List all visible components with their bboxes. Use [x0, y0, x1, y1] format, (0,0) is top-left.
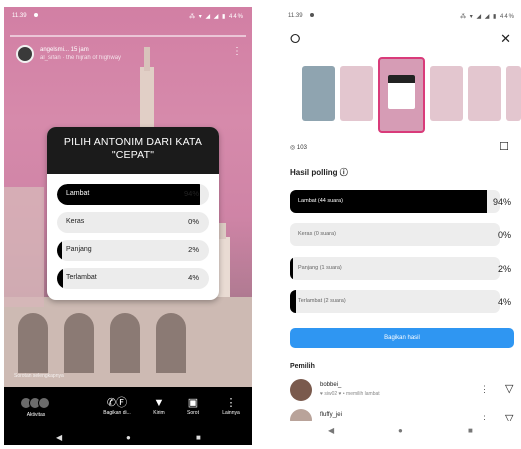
arch [110, 313, 140, 373]
result-fill [290, 257, 294, 280]
voter-sub: ♥ siw02 ♥ • memilih lambat [320, 391, 380, 397]
author-name: angelsmi... 15 jam [40, 47, 89, 53]
result-label: Panjang (1 suara) [298, 265, 342, 271]
poll-option-label: Terlambat [66, 274, 97, 281]
building-left [4, 187, 44, 307]
result-option-1: Lambat (44 suara) [290, 190, 500, 213]
settings-icon[interactable]: ⭘ [290, 31, 300, 47]
arch [64, 313, 94, 373]
notification-dot [34, 13, 38, 17]
notification-dot [310, 13, 314, 17]
poll-option-2[interactable]: Keras 0% [57, 212, 209, 233]
arch [156, 313, 186, 373]
result-label: Terlambat (2 suara) [298, 298, 346, 304]
result-fill [290, 290, 297, 313]
poll-option-label: Keras [66, 218, 85, 225]
story-action-bar: Aktivitas ✆Ⓕ Bagikan di... ▼ Kirim ▣ Sor… [4, 391, 252, 429]
voter-row[interactable]: bobbei_ ♥ siw02 ♥ • memilih lambat ⋮ ▽ [290, 379, 521, 403]
activity-button[interactable]: Aktivitas [16, 397, 56, 418]
send-button[interactable]: ▼ Kirim [146, 397, 172, 416]
story-thumbnail-selected[interactable] [378, 57, 425, 133]
poll-option-fill [57, 268, 64, 289]
poll-option-fill [57, 240, 62, 261]
voter-name: fluffy_jei [320, 412, 342, 418]
poll-option-4[interactable]: Terlambat 4% [57, 268, 209, 289]
story-author[interactable]: angelsmi... 15 jam al_sifan · the hijrah… [16, 45, 121, 63]
share-to-label: Bagikan di... [103, 410, 131, 416]
poll-option-percent: 0% [188, 217, 199, 226]
story-view-screen: 11.39 ⁂ ▾ ◢ ◢ ▮ 44% angelsmi... 15 jam a… [4, 7, 252, 445]
send-icon[interactable]: ▽ [505, 382, 513, 395]
poll-option-3[interactable]: Panjang 2% [57, 240, 209, 261]
status-icons: ⁂ ▾ ◢ ◢ ▮ 44% [460, 14, 515, 20]
story-progress-bar [10, 35, 246, 37]
status-icons: ⁂ ▾ ◢ ◢ ▮ 44% [189, 14, 244, 20]
result-label: Lambat (44 suara) [298, 198, 343, 204]
status-time: 11.39 [12, 13, 27, 19]
story-footer-note: Sorotan selengkapnya [14, 373, 64, 379]
whatsapp-facebook-icon: ✆Ⓕ [106, 397, 128, 409]
result-percent: 0% [497, 230, 511, 240]
poll-results-screen: 11.39 ⁂ ▾ ◢ ◢ ▮ 44% ⭘ ✕ ◎ 103 ☐ Hasil po… [280, 7, 521, 445]
story-thumbnails [280, 53, 521, 137]
poll-option-label: Panjang [66, 246, 92, 253]
result-percent: 2% [497, 264, 511, 274]
voter-name: bobbei_ [320, 382, 342, 388]
result-percent: 94% [492, 197, 511, 207]
close-icon[interactable]: ✕ [500, 31, 511, 47]
story-thumbnail[interactable] [340, 66, 373, 121]
story-thumbnail[interactable] [468, 66, 501, 121]
result-option-4: Terlambat (2 suara) [290, 290, 500, 313]
recent-nav-icon[interactable]: ■ [196, 433, 201, 442]
send-label: Kirim [153, 410, 165, 416]
result-option-3: Panjang (1 suara) [290, 257, 500, 280]
story-thumbnail[interactable] [506, 66, 521, 121]
minaret-top [144, 47, 150, 71]
story-thumbnail[interactable] [302, 66, 335, 121]
results-title: Hasil polling ⓘ [290, 168, 348, 177]
poll-question: PILIH ANTONIM DARI KATA "CEPAT" [47, 127, 219, 174]
poll-option-1[interactable]: Lambat 94% [57, 184, 209, 205]
more-vertical-icon[interactable]: ⋮ [480, 384, 489, 395]
highlight-icon: ▣ [187, 397, 199, 409]
viewers-avatars [16, 397, 56, 409]
poll-option-percent: 94% [183, 189, 199, 198]
highlight-label: Sorot [187, 410, 199, 416]
trash-icon[interactable]: ☐ [499, 140, 509, 153]
result-percent: 4% [497, 297, 511, 307]
activity-label: Aktivitas [26, 412, 46, 418]
back-nav-icon[interactable]: ◀ [328, 426, 334, 435]
poll-option-label: Lambat [66, 190, 90, 197]
more-label: Lainnya [222, 410, 240, 416]
send-icon: ▼ [153, 397, 165, 409]
arch [18, 313, 48, 373]
minaret-right-top [218, 223, 226, 239]
avatar[interactable] [290, 379, 312, 401]
poll-option-percent: 4% [188, 273, 199, 282]
mini-poll [388, 75, 415, 109]
poll-sticker: PILIH ANTONIM DARI KATA "CEPAT" Lambat 9… [47, 127, 219, 300]
home-nav-icon[interactable]: ● [398, 426, 403, 435]
more-icon: ⋮ [225, 397, 237, 409]
recent-nav-icon[interactable]: ■ [468, 426, 473, 435]
avatar[interactable] [16, 45, 34, 63]
status-bar: 11.39 ⁂ ▾ ◢ ◢ ▮ 44% [4, 7, 252, 25]
author-sub: al_sifan · the hijrah of highway [40, 55, 122, 61]
result-option-2: Keras (0 suara) [290, 223, 500, 246]
status-bar: 11.39 ⁂ ▾ ◢ ◢ ▮ 44% [280, 7, 521, 25]
result-label: Keras (0 suara) [298, 231, 336, 237]
share-to-button[interactable]: ✆Ⓕ Bagikan di... [94, 397, 140, 416]
status-time: 11.39 [288, 13, 303, 19]
story-thumbnail[interactable] [430, 66, 463, 121]
voters-title: Pemilih [290, 363, 315, 370]
highlight-button[interactable]: ▣ Sorot [180, 397, 206, 416]
share-results-button[interactable]: Bagikan hasil [290, 328, 514, 348]
more-button[interactable]: ⋮ Lainnya [216, 397, 246, 416]
more-vertical-icon[interactable]: ⋮ [232, 47, 242, 57]
back-nav-icon[interactable]: ◀ [56, 433, 62, 442]
viewer-count[interactable]: ◎ 103 [290, 144, 307, 151]
poll-option-percent: 2% [188, 245, 199, 254]
home-nav-icon[interactable]: ● [126, 433, 131, 442]
